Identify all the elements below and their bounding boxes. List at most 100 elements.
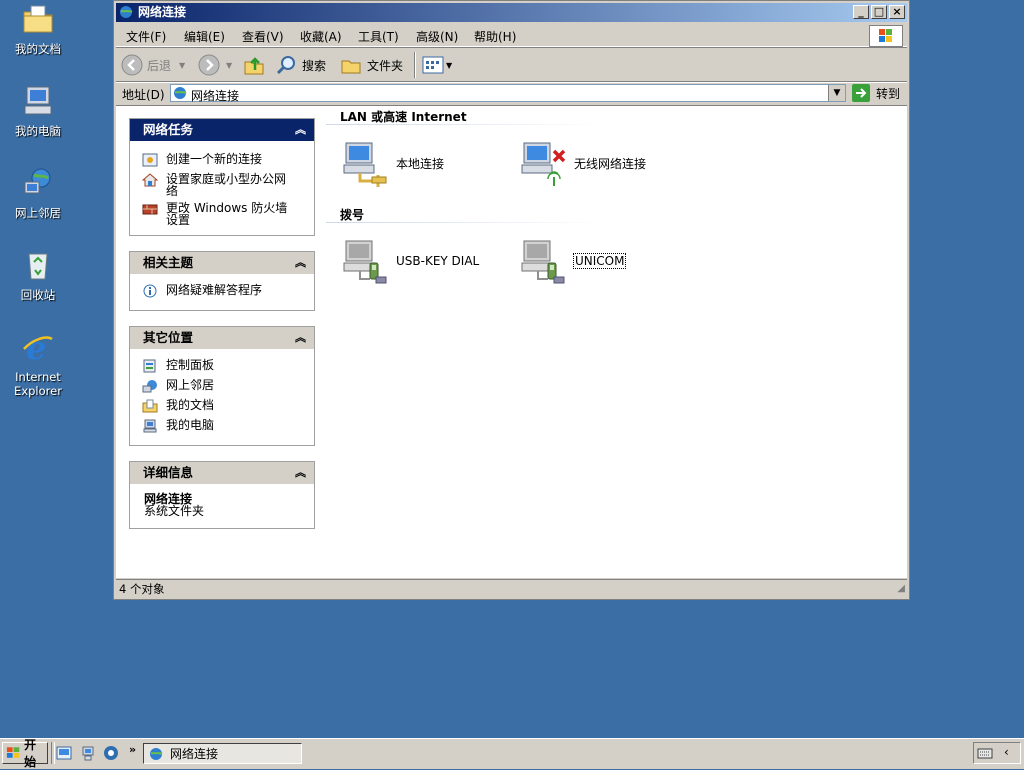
place-control-panel[interactable]: 控制面板 (130, 359, 314, 373)
title-bar[interactable]: 网络连接 _ □ × (116, 3, 907, 22)
my-documents-icon (142, 399, 158, 413)
views-button[interactable]: ▼ (422, 53, 452, 77)
connection-label: USB-KEY DIAL (396, 254, 480, 268)
my-documents-icon (23, 5, 53, 33)
topic-network-troubleshooter[interactable]: 网络疑难解答程序 (130, 283, 314, 298)
window-title: 网络连接 (138, 5, 187, 19)
folders-button[interactable]: 文件夹 (340, 53, 403, 77)
my-computer-icon (24, 86, 52, 115)
address-value: 网络连接 (191, 89, 240, 103)
details-type: 系统文件夹 (144, 504, 205, 518)
up-folder-button[interactable] (243, 53, 265, 77)
panel-title: 详细信息 (143, 465, 194, 480)
minimize-icon: _ (858, 5, 864, 18)
menu-view[interactable]: 查看(V) (242, 28, 284, 45)
close-button[interactable]: × (889, 5, 905, 19)
task-change-firewall[interactable]: 更改 Windows 防火墙设置 (130, 202, 314, 226)
network-places-icon (142, 380, 157, 393)
place-network-places[interactable]: 网上邻居 (130, 379, 314, 393)
task-label: 更改 Windows 防火墙设置 (166, 201, 288, 227)
info-icon (143, 284, 157, 298)
media-quicklaunch-icon[interactable] (103, 745, 119, 761)
tray-expand-icon[interactable]: ‹ (1004, 745, 1009, 759)
desktop-icon-label: 我的文档 (15, 42, 61, 56)
show-desktop-icon[interactable] (56, 745, 72, 761)
network-places-icon (24, 168, 51, 194)
back-dropdown-icon[interactable]: ▼ (179, 61, 185, 70)
search-label: 搜索 (302, 58, 327, 73)
forward-button[interactable]: ▼ (198, 53, 232, 77)
standard-toolbar: 后退 ▼ ▼ 搜索 文件夹 ▼ (116, 47, 907, 83)
network-tasks-header[interactable]: 网络任务 ︽ (130, 119, 314, 141)
forward-dropdown-icon[interactable]: ▼ (226, 61, 232, 70)
search-button[interactable]: 搜索 (276, 53, 326, 77)
firewall-icon (142, 204, 158, 215)
windows-flag-icon (879, 29, 892, 42)
address-input[interactable]: 网络连接 ▼ (170, 84, 846, 103)
place-label: 我的电脑 (166, 418, 215, 432)
network-connections-icon (150, 747, 163, 760)
keyboard-icon[interactable] (977, 746, 993, 760)
back-button[interactable]: 后退 ▼ (121, 53, 185, 77)
quicklaunch-more-icon[interactable]: » (129, 743, 136, 756)
topic-label: 网络疑难解答程序 (166, 283, 263, 297)
svg-text:e: e (26, 330, 46, 364)
desktop-icon-network-places[interactable]: 网上邻居 (4, 166, 72, 220)
related-topics-panel: 相关主题 ︽ 网络疑难解答程序 (129, 251, 315, 311)
place-my-documents[interactable]: 我的文档 (130, 399, 314, 413)
go-arrow-icon (852, 84, 870, 102)
details-header[interactable]: 详细信息 ︽ (130, 462, 314, 484)
dialup-connection-icon (521, 240, 565, 284)
quicklaunch-separator (51, 742, 55, 764)
start-button[interactable]: 开始 (2, 738, 48, 769)
windows-logo (869, 25, 903, 47)
maximize-icon: □ (873, 5, 885, 18)
collapse-icon[interactable]: ︽ (295, 327, 306, 349)
address-label: 地址(D) (122, 88, 165, 102)
collapse-icon[interactable]: ︽ (295, 252, 306, 274)
taskbar: 开始 » 网络连接 ‹ (0, 738, 1024, 769)
collapse-icon[interactable]: ︽ (295, 462, 306, 484)
menu-favorites[interactable]: 收藏(A) (300, 28, 342, 45)
my-computer-icon (143, 419, 157, 433)
desktop-icon-my-documents[interactable]: 我的文档 (4, 2, 72, 56)
views-dropdown-icon: ▼ (446, 60, 453, 70)
desktop-icon-recycle-bin[interactable]: 回收站 (4, 248, 72, 302)
menu-help[interactable]: 帮助(H) (474, 28, 516, 45)
back-arrow-icon (121, 54, 143, 76)
menu-tools[interactable]: 工具(T) (358, 28, 399, 45)
task-create-connection[interactable]: 创建一个新的连接 (130, 153, 314, 167)
new-connection-icon (142, 153, 158, 167)
menu-advanced[interactable]: 高级(N) (416, 28, 458, 45)
computer-quicklaunch-icon[interactable] (80, 745, 96, 761)
place-my-computer[interactable]: 我的电脑 (130, 418, 314, 433)
address-dropdown-button[interactable]: ▼ (828, 85, 845, 101)
connection-unicom[interactable]: UNICOM (520, 236, 627, 286)
menu-edit[interactable]: 编辑(E) (184, 28, 225, 45)
group-header-lan: LAN 或高速 Internet (340, 110, 467, 124)
close-icon: × (892, 5, 902, 18)
desktop-icon-my-computer[interactable]: 我的电脑 (4, 84, 72, 138)
menu-file[interactable]: 文件(F) (126, 28, 166, 45)
go-button[interactable]: 转到 (852, 83, 900, 103)
collapse-icon[interactable]: ︽ (295, 119, 306, 141)
other-places-panel: 其它位置 ︽ 控制面板 网上邻居 我的文档 我的电脑 (129, 326, 315, 446)
task-setup-home-network[interactable]: 设置家庭或小型办公网络 (130, 173, 314, 197)
related-topics-header[interactable]: 相关主题 ︽ (130, 252, 314, 274)
up-folder-icon (244, 57, 264, 75)
connection-wireless[interactable]: 无线网络连接 (520, 138, 646, 188)
connection-local-area[interactable]: 本地连接 (342, 138, 444, 188)
connection-usb-key-dial[interactable]: USB-KEY DIAL (342, 236, 479, 286)
network-connections-icon (120, 6, 133, 18)
lan-connection-icon (343, 142, 387, 187)
connection-label: UNICOM (572, 253, 627, 269)
minimize-button[interactable]: _ (853, 5, 869, 19)
desktop-icon-internet-explorer[interactable]: e Internet Explorer (4, 329, 72, 398)
taskbar-item-network-connections[interactable]: 网络连接 (143, 743, 302, 764)
other-places-header[interactable]: 其它位置 ︽ (130, 327, 314, 349)
maximize-button[interactable]: □ (871, 5, 887, 19)
network-connections-icon (174, 87, 187, 99)
panel-title: 其它位置 (143, 330, 194, 345)
desktop-icon-label: 回收站 (20, 288, 56, 302)
resize-grip-icon[interactable]: ◢ (897, 580, 905, 598)
